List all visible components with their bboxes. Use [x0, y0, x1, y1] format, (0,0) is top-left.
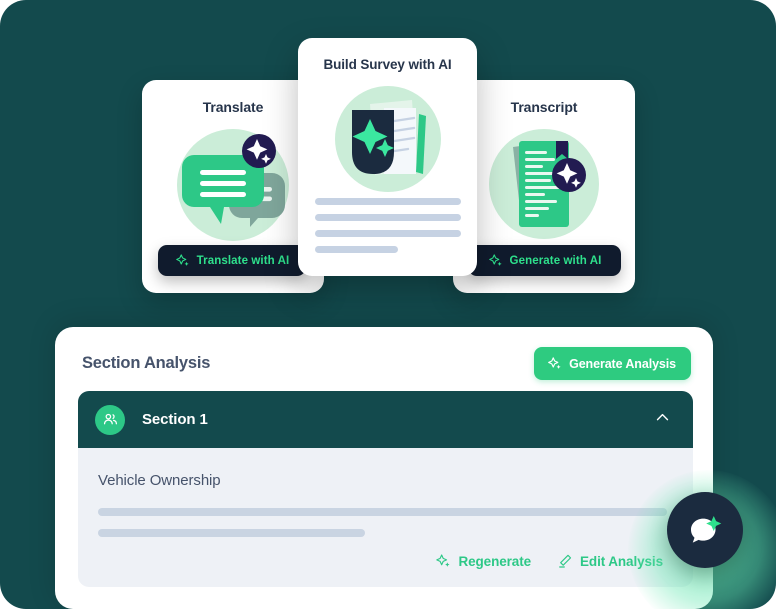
regenerate-label: Regenerate — [458, 553, 532, 569]
analysis-skeleton — [98, 508, 667, 537]
users-icon — [95, 404, 125, 435]
sparkle-icon — [548, 357, 561, 369]
feature-cards-row: Translate Transcript Build Survey with A… — [0, 0, 776, 300]
chat-bubbles-illustration — [142, 125, 324, 245]
edit-analysis-button[interactable]: Edit Analysis — [557, 553, 663, 569]
generate-analysis-label: Generate Analysis — [569, 356, 676, 371]
panel-header: Section Analysis Generate Analysis — [55, 327, 713, 380]
transcript-document-illustration — [453, 125, 635, 245]
section-accordion: Section 1 Vehicle Ownership Regenerate E… — [78, 391, 693, 587]
translate-with-ai-button[interactable]: Translate with AI — [158, 245, 306, 276]
card-build-survey-title: Build Survey with AI — [323, 57, 452, 72]
app-root: Translate Transcript Build Survey with A… — [0, 0, 776, 609]
translate-with-ai-label: Translate with AI — [196, 254, 290, 267]
edit-analysis-label: Edit Analysis — [580, 553, 663, 569]
pencil-icon — [559, 554, 572, 568]
page-title: Section Analysis — [82, 354, 211, 372]
sparkle-icon — [175, 254, 189, 266]
section-actions: Regenerate Edit Analysis — [98, 553, 667, 569]
chat-sparkle-icon — [691, 516, 722, 543]
generate-analysis-button[interactable]: Generate Analysis — [534, 347, 691, 380]
card-build-survey[interactable]: Build Survey with AI — [298, 38, 477, 276]
card-build-survey-skeleton — [315, 198, 461, 262]
question-title: Vehicle Ownership — [98, 472, 221, 489]
generate-with-ai-label: Generate with AI — [509, 254, 602, 267]
ai-document-illustration — [298, 82, 477, 200]
chevron-up-icon[interactable] — [654, 409, 671, 431]
section-header-toggle[interactable]: Section 1 — [78, 391, 693, 448]
sparkle-icon — [436, 554, 451, 567]
regenerate-button[interactable]: Regenerate — [435, 553, 531, 569]
section-content: Vehicle Ownership Regenerate Edit Analys… — [78, 448, 693, 587]
chat-assistant-button[interactable] — [667, 492, 743, 568]
generate-with-ai-button[interactable]: Generate with AI — [468, 245, 621, 276]
section-title: Section 1 — [142, 411, 208, 428]
card-transcript-title: Transcript — [510, 99, 578, 115]
sparkle-icon — [488, 254, 502, 266]
card-translate-title: Translate — [202, 99, 264, 115]
